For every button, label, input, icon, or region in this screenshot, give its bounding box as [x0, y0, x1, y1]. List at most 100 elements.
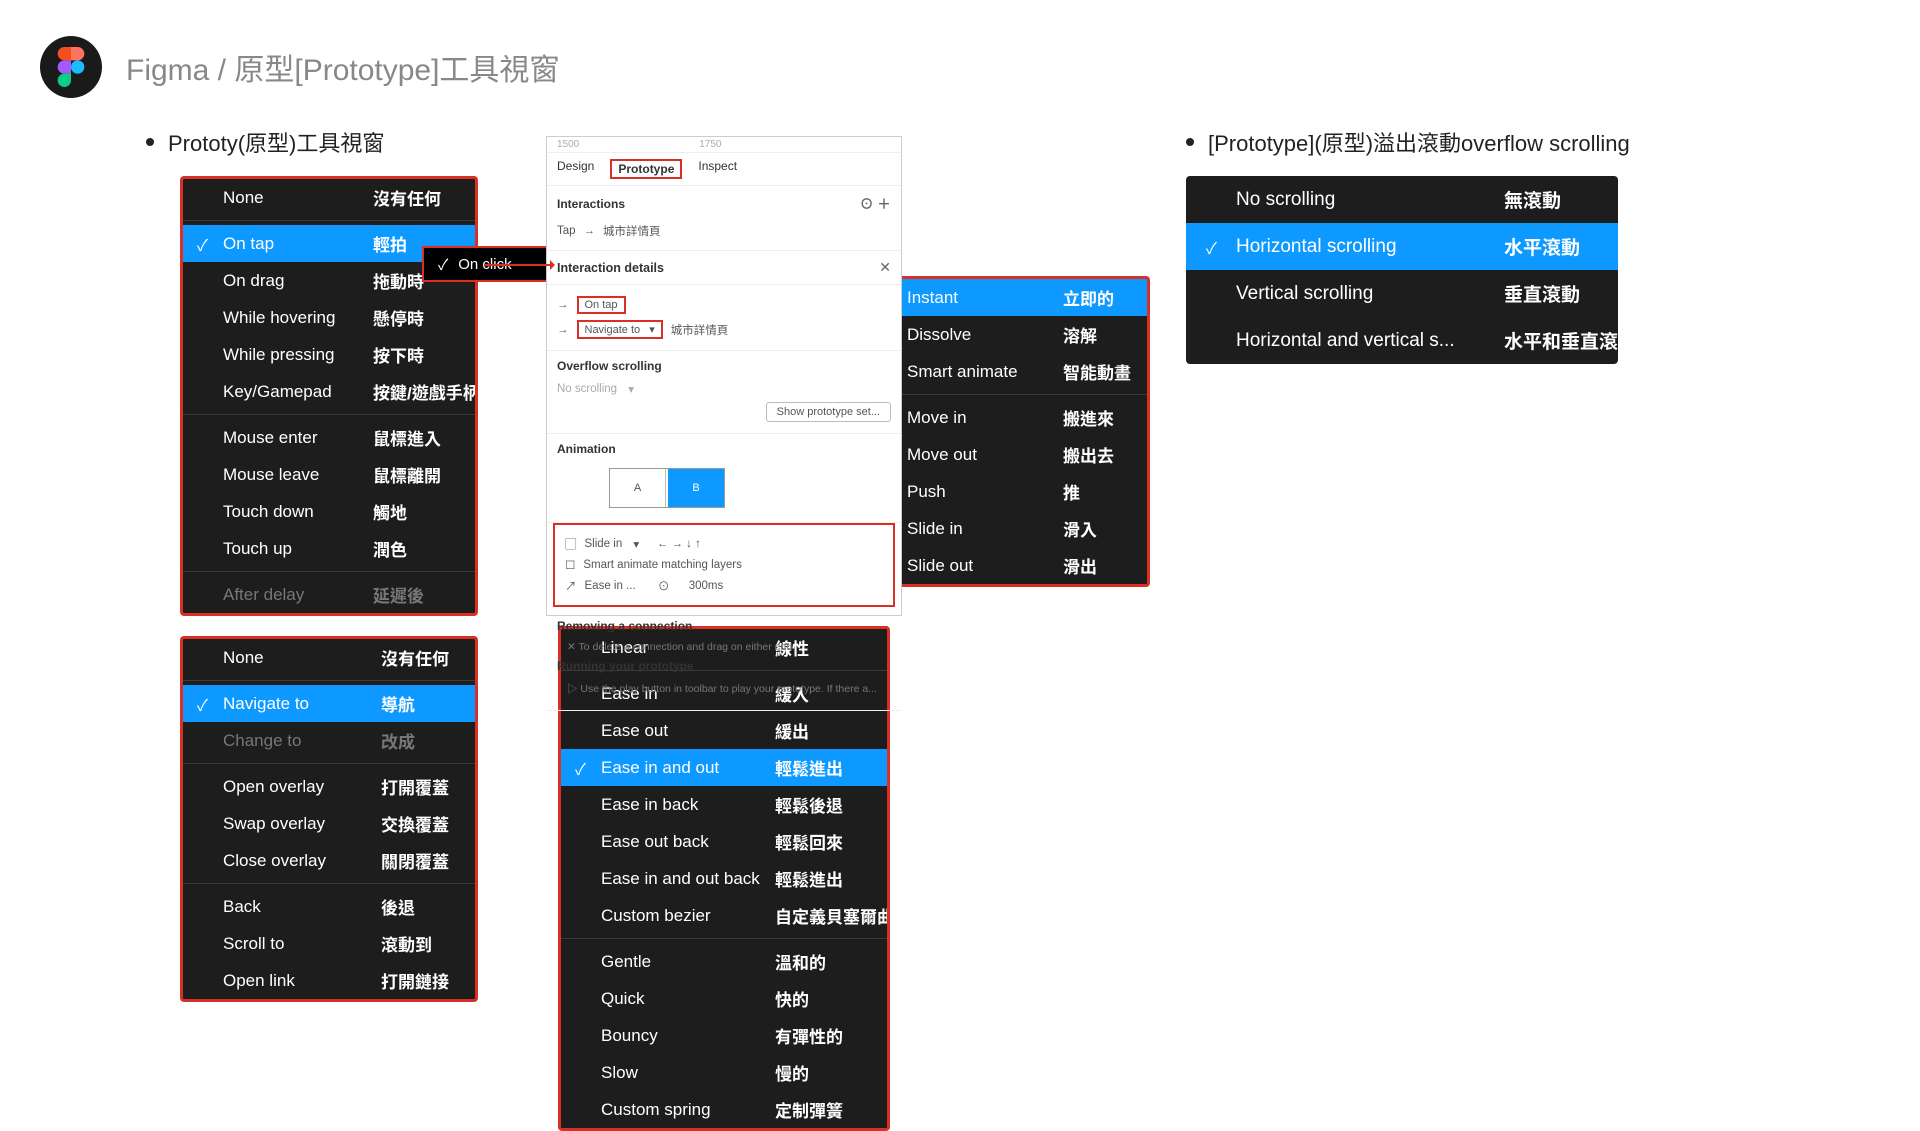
menu-item-en: Ease out back	[601, 832, 757, 852]
menu-item[interactable]: Touch down觸地	[183, 493, 475, 530]
menu-item[interactable]: No scrolling無滾動	[1186, 176, 1618, 223]
menu-item-en: None	[223, 648, 363, 668]
menu-item-en: Back	[223, 897, 363, 917]
menu-item[interactable]: Push推	[867, 473, 1147, 510]
page-title: Figma / 原型[Prototype]工具視窗	[126, 45, 559, 89]
menu-item-en: Move in	[907, 408, 1045, 428]
menu-item-zh: 溶解	[1063, 322, 1097, 347]
action-navigate-box[interactable]: Navigate to ▾	[577, 320, 663, 339]
duration-value[interactable]: 300ms	[689, 580, 724, 592]
menu-item-zh: 立即的	[1063, 285, 1114, 310]
menu-item[interactable]: While pressing按下時	[183, 336, 475, 373]
menu-item-zh: 水平滾動	[1504, 233, 1580, 260]
interaction-details-label: Interaction details	[557, 261, 664, 275]
interactions-filter-icon[interactable]: ⊙	[860, 196, 874, 212]
tab-design[interactable]: Design	[557, 159, 594, 179]
animations-menu[interactable]: ✓Instant立即的Dissolve溶解 Smart animate 智能動畫 Mo…	[864, 276, 1150, 587]
menu-item[interactable]: Dissolve溶解	[867, 316, 1147, 353]
menu-item-zh: 智能動畫	[1063, 359, 1131, 384]
menu-item-en: Ease in and out	[601, 758, 757, 778]
menu-item[interactable]: Ease out緩出	[561, 712, 887, 749]
check-icon: ✓	[1206, 235, 1217, 259]
menu-item[interactable]: Change to改成	[183, 722, 475, 759]
menu-item[interactable]: None沒有任何	[183, 179, 475, 216]
menu-item[interactable]: Smart animate 智能動畫	[867, 353, 1147, 390]
menu-item[interactable]: ✓Instant立即的	[867, 279, 1147, 316]
easing-select[interactable]: Ease in ...	[585, 580, 636, 592]
menu-item[interactable]: Key/Gamepad按鍵/遊戲手柄	[183, 373, 475, 410]
menu-item[interactable]: Move out搬出去	[867, 436, 1147, 473]
actions-menu[interactable]: None沒有任何 ✓Navigate to導航Change to改成 Open ov…	[180, 636, 478, 1002]
menu-item-zh: 滑入	[1063, 516, 1097, 541]
menu-item[interactable]: Slow慢的	[561, 1054, 887, 1091]
menu-item[interactable]: While hovering懸停時	[183, 299, 475, 336]
menu-item[interactable]: Mouse leave鼠標離開	[183, 456, 475, 493]
menu-item-en: Push	[907, 482, 1045, 502]
menu-item[interactable]: None沒有任何	[183, 639, 475, 676]
menu-item[interactable]: Ease in and out back輕鬆進出	[561, 860, 887, 897]
menu-item[interactable]: Slide out滑出	[867, 547, 1147, 584]
menu-item[interactable]: Horizontal and vertical s...水平和垂直滾動	[1186, 317, 1618, 364]
overflow-scrolling-menu[interactable]: No scrolling無滾動 ✓ Horizontal scrolling 水平滾動…	[1186, 176, 1618, 364]
tab-inspect[interactable]: Inspect	[698, 159, 737, 179]
anim-slidein-select[interactable]: Slide in	[585, 538, 623, 550]
menu-item[interactable]: ✓ Horizontal scrolling 水平滾動	[1186, 223, 1618, 270]
menu-item-en: Open overlay	[223, 777, 363, 797]
menu-item[interactable]: Scroll to滾動到	[183, 925, 475, 962]
menu-item-en: Custom spring	[601, 1100, 757, 1120]
menu-item-en: Navigate to	[223, 694, 363, 714]
menu-item[interactable]: Quick快的	[561, 980, 887, 1017]
menu-item-en: Horizontal and vertical s...	[1236, 330, 1486, 352]
menu-item-en: Quick	[601, 989, 757, 1009]
menu-item-en: Ease in back	[601, 795, 757, 815]
menu-item-en: Slide in	[907, 519, 1045, 539]
menu-item-en: Custom bezier	[601, 906, 757, 926]
menu-item[interactable]: Custom bezier 自定義貝塞爾曲線	[561, 897, 887, 934]
menu-item-zh: 垂直滾動	[1504, 280, 1580, 307]
menu-item-zh: 輕鬆進出	[775, 755, 843, 780]
separator	[561, 938, 887, 939]
triggers-menu[interactable]: None沒有任何✓On tap輕拍On drag拖動時While hoverin…	[180, 176, 478, 616]
menu-item-en: On tap	[223, 234, 355, 254]
menu-item-zh: 滾動到	[381, 931, 432, 956]
trigger-ontap-box[interactable]: On tap	[577, 296, 626, 314]
menu-item[interactable]: Slide in 滑入	[867, 510, 1147, 547]
menu-item[interactable]: Bouncy有彈性的	[561, 1017, 887, 1054]
menu-item-en: While hovering	[223, 308, 355, 328]
menu-item-zh: 輕鬆回來	[775, 829, 843, 854]
menu-item[interactable]: Gentle溫和的	[561, 943, 887, 980]
menu-item-en: Slide out	[907, 556, 1045, 576]
menu-item-en: None	[223, 188, 355, 208]
menu-item-en: Horizontal scrolling	[1236, 236, 1486, 258]
menu-item[interactable]: Ease in back輕鬆後退	[561, 786, 887, 823]
menu-item-en: Smart animate	[907, 362, 1045, 382]
menu-item[interactable]: ✓Ease in and out輕鬆進出	[561, 749, 887, 786]
menu-item[interactable]: After delay延遲後	[183, 576, 475, 613]
menu-item-zh: 輕拍	[373, 231, 407, 256]
menu-item[interactable]: Ease out back 輕鬆回來	[561, 823, 887, 860]
menu-item[interactable]: Open link打開鏈接	[183, 962, 475, 999]
menu-item[interactable]: Custom spring定制彈簧	[561, 1091, 887, 1128]
menu-item[interactable]: ✓Navigate to導航	[183, 685, 475, 722]
add-interaction-icon[interactable]: ＋	[877, 196, 891, 212]
menu-item[interactable]: Vertical scrolling垂直滾動	[1186, 270, 1618, 317]
menu-item-en: Mouse leave	[223, 465, 355, 485]
tab-prototype[interactable]: Prototype	[610, 159, 682, 179]
smart-animate-checkbox[interactable]: Smart animate matching layers	[583, 559, 742, 571]
menu-item[interactable]: Mouse enter鼠標進入	[183, 419, 475, 456]
show-prototype-settings-button[interactable]: Show prototype set...	[766, 402, 891, 422]
close-icon[interactable]: ✕	[879, 259, 891, 276]
menu-item-zh: 延遲後	[373, 582, 424, 607]
right-heading: [Prototype](原型)溢出滾動overflow scrolling	[1186, 126, 1686, 158]
menu-item-zh: 自定義貝塞爾曲線	[775, 903, 890, 928]
menu-item-zh: 潤色	[373, 536, 407, 561]
menu-item[interactable]: Close overlay關閉覆蓋	[183, 842, 475, 879]
menu-item-zh: 打開鏈接	[381, 968, 449, 993]
menu-item[interactable]: Touch up潤色	[183, 530, 475, 567]
menu-item[interactable]: Back後退	[183, 888, 475, 925]
menu-item[interactable]: Open overlay打開覆蓋	[183, 768, 475, 805]
menu-item[interactable]: Swap overlay交換覆蓋	[183, 805, 475, 842]
menu-item[interactable]: Move in搬進來	[867, 399, 1147, 436]
direction-arrows[interactable]: ← → ↓ ↑	[657, 538, 701, 550]
menu-item-en: Ease out	[601, 721, 757, 741]
